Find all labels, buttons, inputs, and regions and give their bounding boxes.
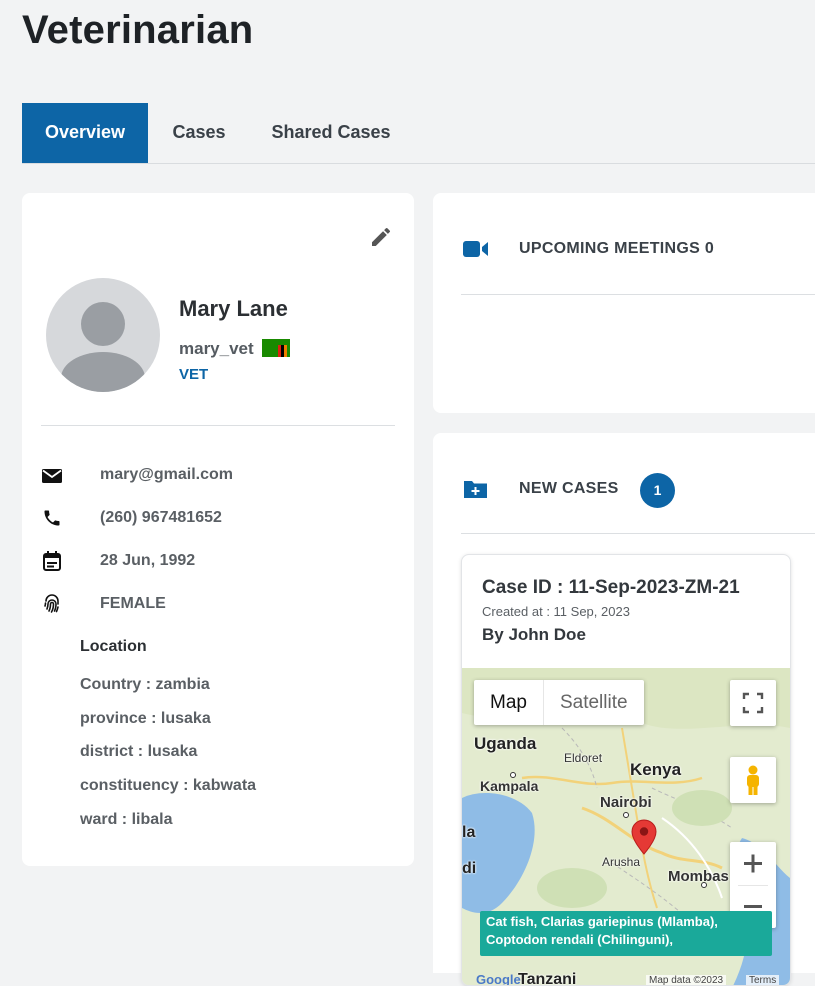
location-pin-icon[interactable] xyxy=(631,819,657,855)
folder-add-icon xyxy=(463,478,489,500)
new-cases-count-badge: 1 xyxy=(640,473,675,508)
map-terms-link[interactable]: Terms xyxy=(746,975,780,985)
map-label-kampala: Kampala xyxy=(480,778,539,794)
phone-icon xyxy=(42,507,62,529)
tab-shared-cases[interactable]: Shared Cases xyxy=(258,103,404,163)
map-type-satellite-button[interactable]: Satellite xyxy=(542,680,644,725)
nairobi-dot-icon xyxy=(623,812,629,818)
profile-card: Mary Lane mary_vet VET mary@gmail.com (2… xyxy=(22,193,414,866)
phone-text: (260) 967481652 xyxy=(100,509,222,526)
case-id: Case ID : 11-Sep-2023-ZM-21 xyxy=(482,577,740,598)
new-cases-label: NEW CASES xyxy=(519,480,619,497)
fullscreen-icon[interactable] xyxy=(730,680,776,726)
video-camera-icon xyxy=(463,238,489,260)
case-card[interactable]: Case ID : 11-Sep-2023-ZM-21 Created at :… xyxy=(461,554,791,986)
location-title: Location xyxy=(80,638,147,655)
dob-text: 28 Jun, 1992 xyxy=(100,552,196,569)
tab-bar: Overview Cases Shared Cases xyxy=(22,103,815,164)
username: mary_vet xyxy=(179,339,254,358)
fingerprint-icon xyxy=(42,593,62,615)
mail-icon xyxy=(42,464,62,486)
map-label-uganda: Uganda xyxy=(474,734,537,753)
map-data-attribution: Map data ©2023 xyxy=(646,975,727,985)
location-constituency: constituency : kabwata xyxy=(80,777,257,794)
map-label-la: la xyxy=(462,824,476,841)
tooltip-line-1: Cat fish, Clarias gariepinus (Mlamba), xyxy=(486,914,718,929)
map-label-di: di xyxy=(462,860,477,877)
divider xyxy=(461,294,815,295)
divider xyxy=(461,533,815,534)
upcoming-meetings-count: 0 xyxy=(704,240,715,257)
google-logo: Google xyxy=(476,972,521,986)
map-type-map-button[interactable]: Map xyxy=(474,680,543,725)
mombasa-dot-icon xyxy=(701,882,707,888)
tab-cases[interactable]: Cases xyxy=(160,103,238,163)
location-district: district : lusaka xyxy=(80,743,198,760)
zoom-in-button[interactable] xyxy=(730,842,776,885)
gender-text: FEMALE xyxy=(100,595,166,612)
calendar-icon xyxy=(42,550,62,572)
case-map[interactable]: Map Satellite Uganda Kampala Eldoret Ken… xyxy=(462,668,790,986)
role-badge: VET xyxy=(179,366,209,383)
location-province: province : lusaka xyxy=(80,710,211,727)
map-label-kenya: Kenya xyxy=(630,760,682,779)
map-label-eldoret: Eldoret xyxy=(564,751,603,765)
divider xyxy=(41,425,395,426)
email-text: mary@gmail.com xyxy=(100,466,233,483)
upcoming-meetings-card: UPCOMING MEETINGS 0 xyxy=(433,193,815,413)
zambia-flag-icon xyxy=(262,339,291,357)
species-tooltip: Cat fish, Clarias gariepinus (Mlamba), C… xyxy=(480,911,772,956)
kampala-dot-icon xyxy=(510,772,516,778)
location-ward: ward : libala xyxy=(80,811,173,828)
map-label-arusha: Arusha xyxy=(602,855,641,869)
username-row: mary_vet xyxy=(179,339,291,359)
tooltip-line-2: Coptodon rendali (Chilinguni), xyxy=(486,932,674,947)
street-view-pegman-icon[interactable] xyxy=(730,757,776,803)
case-author: By John Doe xyxy=(482,625,586,644)
new-cases-card: NEW CASES 1 Case ID : 11-Sep-2023-ZM-21 … xyxy=(433,433,815,986)
upcoming-meetings-heading: UPCOMING MEETINGS 0 xyxy=(519,240,714,258)
edit-pencil-icon[interactable] xyxy=(369,225,393,249)
location-country: Country : zambia xyxy=(80,676,210,693)
map-label-nairobi: Nairobi xyxy=(600,794,652,811)
avatar xyxy=(46,278,160,392)
upcoming-meetings-label: UPCOMING MEETINGS xyxy=(519,240,701,257)
case-created-at: Created at : 11 Sep, 2023 xyxy=(482,604,630,619)
map-type-control: Map Satellite xyxy=(474,680,644,725)
map-label-mombasa: Mombas xyxy=(668,868,729,885)
tab-overview[interactable]: Overview xyxy=(22,103,148,163)
profile-name: Mary Lane xyxy=(179,296,288,321)
map-attribution-bar: Google Map data ©2023 Terms xyxy=(462,972,790,986)
page-title: Veterinarian xyxy=(22,8,254,52)
